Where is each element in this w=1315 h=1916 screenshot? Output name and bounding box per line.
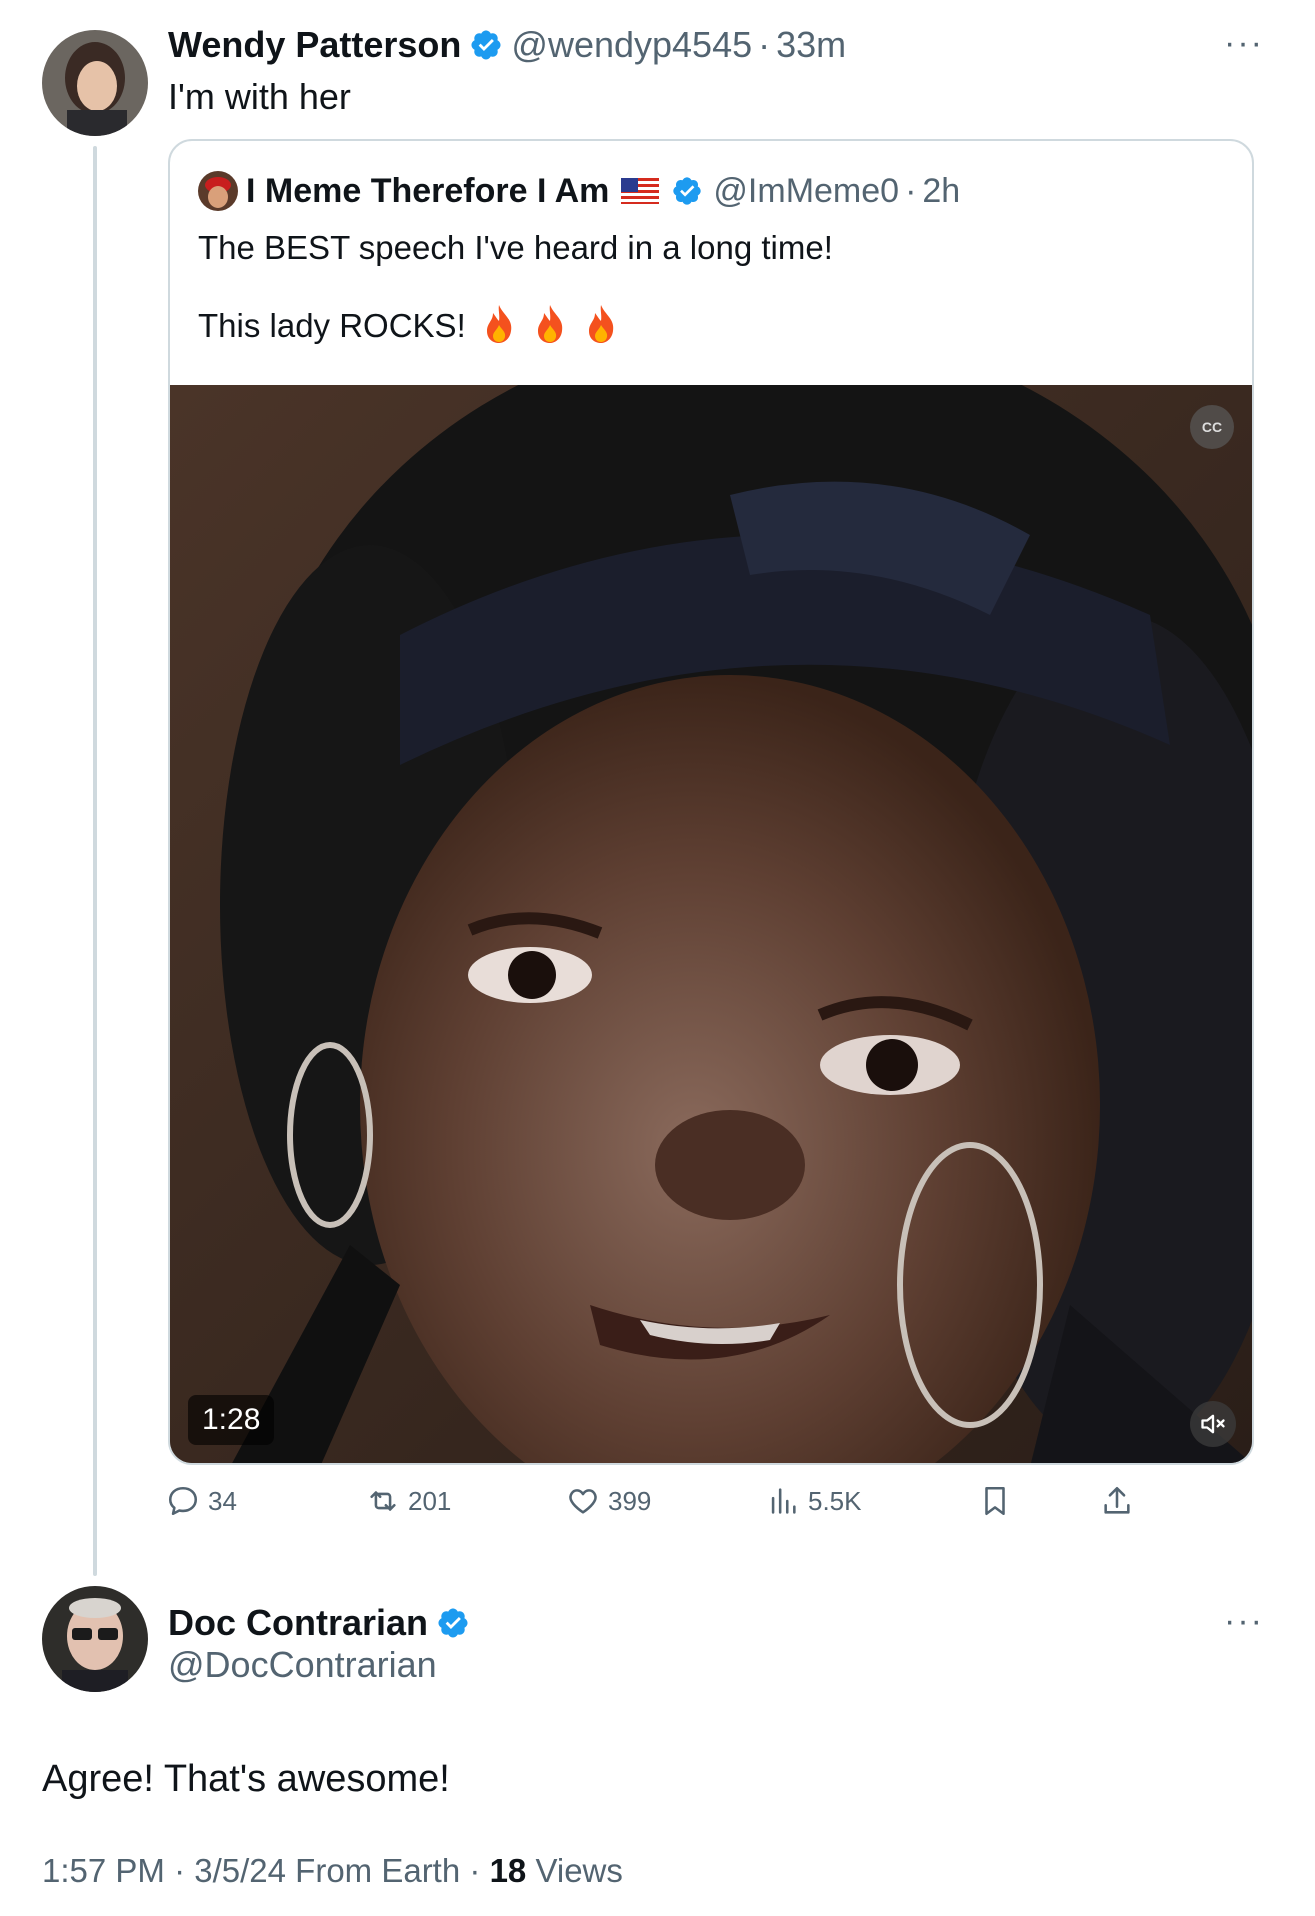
avatar-doc[interactable] xyxy=(42,1586,148,1692)
quoted-post-time[interactable]: 2h xyxy=(922,172,960,211)
quoted-text-line2: This lady ROCKS! xyxy=(198,303,619,345)
flag-icon xyxy=(621,178,660,204)
verified-icon xyxy=(673,177,702,205)
reply-count: 34 xyxy=(208,1485,237,1516)
post-date[interactable]: 3/5/24 xyxy=(194,1852,286,1889)
main-post-text: Agree! That's awesome! xyxy=(42,1758,450,1800)
author-name[interactable]: Wendy Patterson xyxy=(168,24,461,66)
reply-icon xyxy=(168,1486,198,1516)
quoted-author-handle[interactable]: @ImMeme0 xyxy=(713,172,899,211)
thread-line xyxy=(93,146,97,1576)
cc-icon[interactable]: CC xyxy=(1190,405,1234,449)
reply-button[interactable]: 34 xyxy=(166,1484,237,1518)
views-icon xyxy=(771,1488,796,1514)
bookmark-button[interactable] xyxy=(978,1484,1020,1518)
avatar-wendy[interactable] xyxy=(42,30,148,136)
more-icon[interactable]: ··· xyxy=(1224,1602,1264,1641)
quoted-header: I Meme Therefore I Am @ImMeme0 · 2h xyxy=(198,171,960,211)
post-meta: 1:57 PM · 3/5/24 From Earth · 18 Views xyxy=(42,1852,623,1890)
post-time[interactable]: 1:57 PM xyxy=(42,1852,165,1889)
quoted-post-card[interactable]: I Meme Therefore I Am @ImMeme0 · 2h The … xyxy=(168,139,1254,1465)
video-duration: 1:28 xyxy=(188,1395,275,1445)
like-icon xyxy=(569,1489,597,1514)
quoted-author-name[interactable]: I Meme Therefore I Am xyxy=(246,172,609,211)
share-button[interactable] xyxy=(1100,1484,1142,1518)
like-button[interactable]: 399 xyxy=(566,1484,651,1518)
views-label: Views xyxy=(535,1852,623,1889)
more-icon[interactable]: ··· xyxy=(1224,24,1264,63)
mute-icon[interactable] xyxy=(1190,1401,1236,1447)
like-count: 399 xyxy=(608,1485,652,1516)
author-name[interactable]: Doc Contrarian xyxy=(168,1602,428,1644)
repost-button[interactable]: 201 xyxy=(366,1484,451,1518)
views-count: 5.5K xyxy=(808,1485,862,1516)
bookmark-icon xyxy=(985,1486,1005,1516)
engagement-bar: 34 201 399 5.5K xyxy=(166,1484,1146,1528)
verified-icon xyxy=(471,30,501,60)
post-time[interactable]: 33m xyxy=(776,24,846,66)
separator: · xyxy=(174,1852,186,1889)
main-post-header: Doc Contrarian xyxy=(168,1600,478,1646)
share-icon xyxy=(1104,1486,1130,1514)
fire-icon xyxy=(538,305,563,343)
post-source: From Earth xyxy=(295,1852,461,1889)
repost-count: 201 xyxy=(408,1485,452,1516)
repost-icon xyxy=(370,1491,396,1511)
separator: · xyxy=(905,171,917,210)
reply-text: I'm with her xyxy=(168,76,351,117)
avatar-meme[interactable] xyxy=(198,171,238,211)
author-handle[interactable]: @wendyp4545 xyxy=(511,24,752,66)
author-handle[interactable]: @DocContrarian xyxy=(168,1644,437,1686)
reply-header: Wendy Patterson @wendyp4545 · 33m xyxy=(168,22,846,68)
verified-icon xyxy=(438,1608,468,1638)
video-player[interactable]: CC 1:28 xyxy=(170,385,1252,1463)
views-button[interactable]: 5.5K xyxy=(766,1484,862,1518)
separator: · xyxy=(758,24,771,65)
fire-icon xyxy=(486,305,512,343)
views-count: 18 xyxy=(489,1852,527,1889)
quoted-text-line1: The BEST speech I've heard in a long tim… xyxy=(198,229,833,266)
fire-icon xyxy=(589,305,614,343)
separator: · xyxy=(469,1852,481,1889)
video-frame xyxy=(170,385,1252,1463)
